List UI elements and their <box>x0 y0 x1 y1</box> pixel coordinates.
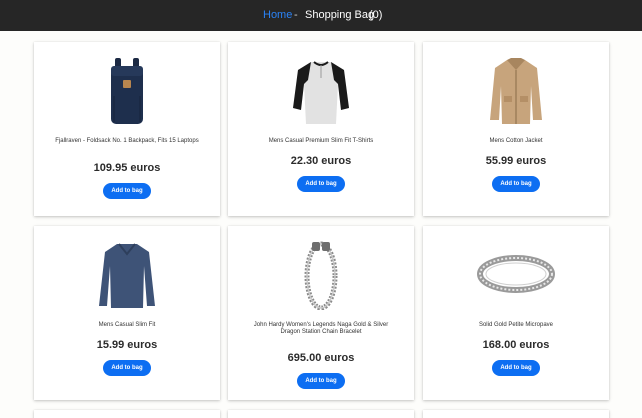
add-to-bag-button[interactable]: Add to bag <box>297 176 345 192</box>
product-price: 55.99 euros <box>485 155 547 167</box>
product-price: 22.30 euros <box>290 155 352 167</box>
product-card: John Hardy Women's Legends Naga Gold & S… <box>228 226 414 400</box>
tshirt-image <box>293 61 349 124</box>
bracelet-image <box>304 241 338 310</box>
add-to-bag-button[interactable]: Add to bag <box>492 360 540 376</box>
product-card: Solid Gold Petite Micropave 168.00 euros… <box>423 226 609 400</box>
product-card <box>228 410 414 418</box>
nav-separator: - <box>294 9 298 21</box>
jacket-image <box>490 58 542 124</box>
add-to-bag-button[interactable]: Add to bag <box>297 373 345 389</box>
bag-count[interactable]: (0) <box>369 9 382 21</box>
sweater-image <box>99 243 155 308</box>
product-title: Mens Casual Premium Slim Fit T-Shirts <box>268 138 374 144</box>
product-title: Solid Gold Petite Micropave <box>478 322 554 328</box>
product-card: Mens Cotton Jacket 55.99 euros Add to ba… <box>423 42 609 216</box>
product-title: Mens Cotton Jacket <box>489 138 543 144</box>
product-card: Mens Casual Slim Fit 15.99 euros Add to … <box>34 226 220 400</box>
top-navbar: Home - Shopping Bag (0) <box>0 0 642 31</box>
product-card: Mens Casual Premium Slim Fit T-Shirts 22… <box>228 42 414 216</box>
shopping-bag-link[interactable]: Shopping Bag <box>305 9 374 21</box>
add-to-bag-button[interactable]: Add to bag <box>492 176 540 192</box>
product-price: 109.95 euros <box>93 162 161 174</box>
product-price: 695.00 euros <box>287 352 355 364</box>
product-card <box>423 410 609 418</box>
product-title: Fjallraven - Foldsack No. 1 Backpack, Fi… <box>55 138 199 144</box>
product-card <box>34 410 220 418</box>
product-title: John Hardy Women's Legends Naga Gold & S… <box>253 322 389 335</box>
home-link[interactable]: Home <box>263 9 292 21</box>
ring-image <box>477 255 555 293</box>
product-card: Fjallraven - Foldsack No. 1 Backpack, Fi… <box>34 42 220 216</box>
add-to-bag-button[interactable]: Add to bag <box>103 360 151 376</box>
product-price: 15.99 euros <box>96 339 158 351</box>
product-title: Mens Casual Slim Fit <box>98 322 156 328</box>
product-price: 168.00 euros <box>482 339 550 351</box>
add-to-bag-button[interactable]: Add to bag <box>103 183 151 199</box>
backpack-image <box>111 58 143 124</box>
